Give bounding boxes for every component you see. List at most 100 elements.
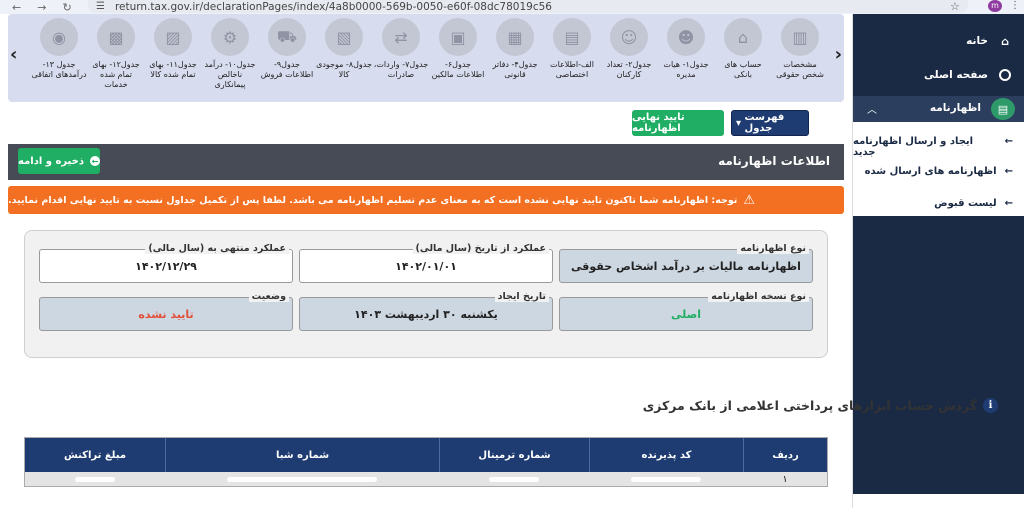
status-field: تایید نشده: [39, 297, 293, 331]
declaration-info-panel: اظهارنامه مالیات بر درآمد اشخاص حقوقی نو…: [24, 230, 828, 358]
copy-type-field: اصلی: [559, 297, 813, 331]
arrow-left-circle-icon: ←: [89, 156, 100, 166]
carousel-item[interactable]: ⛟ جدول۹- اطلاعات فروش: [259, 18, 315, 80]
cell-redacted: [439, 472, 589, 486]
submenu-item-bills[interactable]: لیست قبوض ←: [934, 198, 1013, 209]
carousel-item[interactable]: ⇄ جدول۷- واردات، صادرات: [373, 18, 429, 80]
contract-icon: ⚙: [211, 18, 249, 56]
services-cost-icon: ▩: [97, 18, 135, 56]
period-from-field: ۱۴۰۲/۰۱/۰۱: [299, 249, 553, 283]
warning-icon: ⚠: [743, 192, 756, 208]
submenu-item-label: لیست قبوض: [934, 198, 997, 209]
table-header: ردیف کد پذیرنده شماره ترمینال شماره شبا …: [25, 438, 827, 472]
page-title: اطلاعات اظهارنامه: [718, 154, 830, 168]
carousel-item[interactable]: ⚙ جدول۱۰- درآمد ناخالص پیمانکاری: [202, 18, 258, 90]
menu-dots-icon[interactable]: ⋮: [1010, 0, 1020, 11]
column-header: شماره شبا: [165, 438, 439, 472]
browser-nav: ← → ↻: [12, 1, 88, 14]
circle-icon: [998, 68, 1012, 82]
owners-icon: ▣: [439, 18, 477, 56]
cell-redacted: [25, 472, 165, 486]
arrow-left-icon: ←: [1004, 136, 1013, 147]
field-label: نوع اظهارنامه: [737, 243, 809, 254]
chevron-down-icon: ▾: [736, 117, 742, 129]
sidebar-submenu: ایجاد و ارسال اظهارنامه جدید ← اظهارنامه…: [853, 122, 1024, 216]
bookmark-star-icon[interactable]: ☆: [950, 0, 960, 13]
submenu-item-label: اظهارنامه های ارسال شده: [864, 166, 997, 177]
people-icon: ☻: [667, 18, 705, 56]
form-icon: ▤: [991, 98, 1015, 120]
carousel-item[interactable]: ▤ الف-اطلاعات اختصاصی: [544, 18, 600, 80]
browser-chrome: ← → ↻ ☰ return.tax.gov.ir/declarationPages…: [0, 0, 1024, 14]
document-icon: ▤: [553, 18, 591, 56]
column-header: کد پذیرنده: [589, 438, 743, 472]
cell-redacted: [165, 472, 439, 486]
info-icon[interactable]: i: [983, 398, 998, 413]
chevron-up-icon: ︿: [867, 105, 877, 116]
arrow-left-icon: ←: [1004, 166, 1013, 177]
arrow-left-icon: ←: [1004, 198, 1013, 209]
table-row[interactable]: ۱: [25, 472, 827, 486]
right-sidebar: خانه ⌂ صفحه اصلی ︿ اظهارنامه ▤ ایجاد و ا…: [852, 14, 1024, 508]
section-header: اطلاعات اظهارنامه: [8, 144, 844, 180]
submenu-item-sent[interactable]: اظهارنامه های ارسال شده ←: [865, 166, 1013, 177]
building-icon: ▥: [781, 18, 819, 56]
profile-avatar[interactable]: m: [988, 0, 1002, 12]
carousel-item[interactable]: ⌂ حساب های بانکی: [715, 18, 771, 80]
address-bar[interactable]: ☰ return.tax.gov.ir/declarationPages/ind…: [88, 0, 968, 13]
bank-icon: ⌂: [724, 18, 762, 56]
carousel-item[interactable]: ▩ جدول۱۲- بهای تمام شده خدمات: [88, 18, 144, 90]
section-title: i گردش حساب ابزارهای پرداختی اعلامی از ب…: [643, 398, 998, 413]
submenu-item-label: ایجاد و ارسال اظهارنامه جدید: [853, 136, 974, 158]
url-text: return.tax.gov.ir/declarationPages/index…: [114, 0, 552, 13]
back-icon[interactable]: ←: [12, 1, 21, 14]
carousel-item[interactable]: ◉ جدول ۱۳- درآمدهای اتفاقی: [31, 18, 87, 80]
cell-redacted: [589, 472, 743, 486]
import-export-icon: ⇄: [382, 18, 420, 56]
carousel-item[interactable]: ▨ جدول۱۱- بهای تمام شده کالا: [145, 18, 201, 80]
warning-banner: ⚠ توجه: اظهارنامه شما تاکنون تایید نهایی…: [8, 186, 844, 214]
carousel-item[interactable]: ▥ مشخصات شخص حقوقی: [772, 18, 828, 80]
cell-row-number: ۱: [782, 473, 788, 485]
submenu-item-new[interactable]: ایجاد و ارسال اظهارنامه جدید ←: [853, 136, 1013, 158]
field-label: وضعیت: [248, 291, 289, 302]
sidebar-item-main-page[interactable]: صفحه اصلی: [924, 68, 1012, 82]
tables-carousel: ‹ › ▥ مشخصات شخص حقوقی ⌂ حساب های بانکی ☻ ج…: [8, 14, 844, 102]
sidebar-background: [853, 14, 1024, 494]
declaration-type-field: اظهارنامه مالیات بر درآمد اشخاص حقوقی: [559, 249, 813, 283]
column-header: شماره ترمینال: [439, 438, 589, 472]
final-confirm-button[interactable]: تایید نهایی اظهارنامه: [632, 110, 724, 136]
staff-icon: ☺: [610, 18, 648, 56]
transactions-table: ردیف کد پذیرنده شماره ترمینال شماره شبا …: [24, 437, 828, 487]
column-header: مبلغ تراکنش: [63, 449, 127, 461]
sidebar-item-label: اظهارنامه: [929, 102, 981, 114]
inventory-icon: ▧: [325, 18, 363, 56]
chevron-left-icon[interactable]: ‹: [10, 44, 17, 65]
carousel-item[interactable]: ▦ جدول۴- دفاتر قانونی: [487, 18, 543, 80]
creation-date-field: یکشنبه ۳۰ اردیبهشت ۱۴۰۳: [299, 297, 553, 331]
sidebar-item-home[interactable]: خانه ⌂: [966, 34, 1012, 48]
income-icon: ◉: [40, 18, 78, 56]
carousel-item[interactable]: ☻ جدول۱- هیات مدیره: [658, 18, 714, 80]
period-to-field: ۱۴۰۲/۱۲/۲۹: [39, 249, 293, 283]
home-icon: ⌂: [1001, 34, 1009, 48]
sidebar-item-label: صفحه اصلی: [924, 69, 988, 81]
site-info-icon[interactable]: ☰: [96, 1, 105, 12]
save-continue-button[interactable]: ذخیره و ادامه ←: [18, 148, 100, 174]
forward-icon[interactable]: →: [37, 1, 46, 14]
carousel-item[interactable]: ▣ جدول۶- اطلاعات مالکین: [430, 18, 486, 80]
goods-cost-icon: ▨: [154, 18, 192, 56]
reload-icon[interactable]: ↻: [62, 1, 71, 14]
books-icon: ▦: [496, 18, 534, 56]
sidebar-item-label: خانه: [966, 35, 988, 47]
sidebar-item-declarations[interactable]: ︿ اظهارنامه ▤: [853, 96, 1024, 122]
field-label: عملکرد منتهی به (سال مالی): [145, 243, 289, 254]
field-label: تاریخ ایجاد: [494, 291, 549, 302]
carousel-item[interactable]: ▧ جدول۸- موجودی کالا: [316, 18, 372, 80]
table-list-button[interactable]: ▾ فهرست جدول: [731, 110, 809, 136]
carousel-item[interactable]: ☺ جدول۲- تعداد کارکنان: [601, 18, 657, 80]
cart-icon: ⛟: [268, 18, 306, 56]
warning-text: توجه: اظهارنامه شما تاکنون تایید نهایی ن…: [8, 194, 738, 206]
field-label: نوع نسخه اظهارنامه: [708, 291, 809, 302]
chevron-right-icon[interactable]: ›: [835, 44, 842, 65]
